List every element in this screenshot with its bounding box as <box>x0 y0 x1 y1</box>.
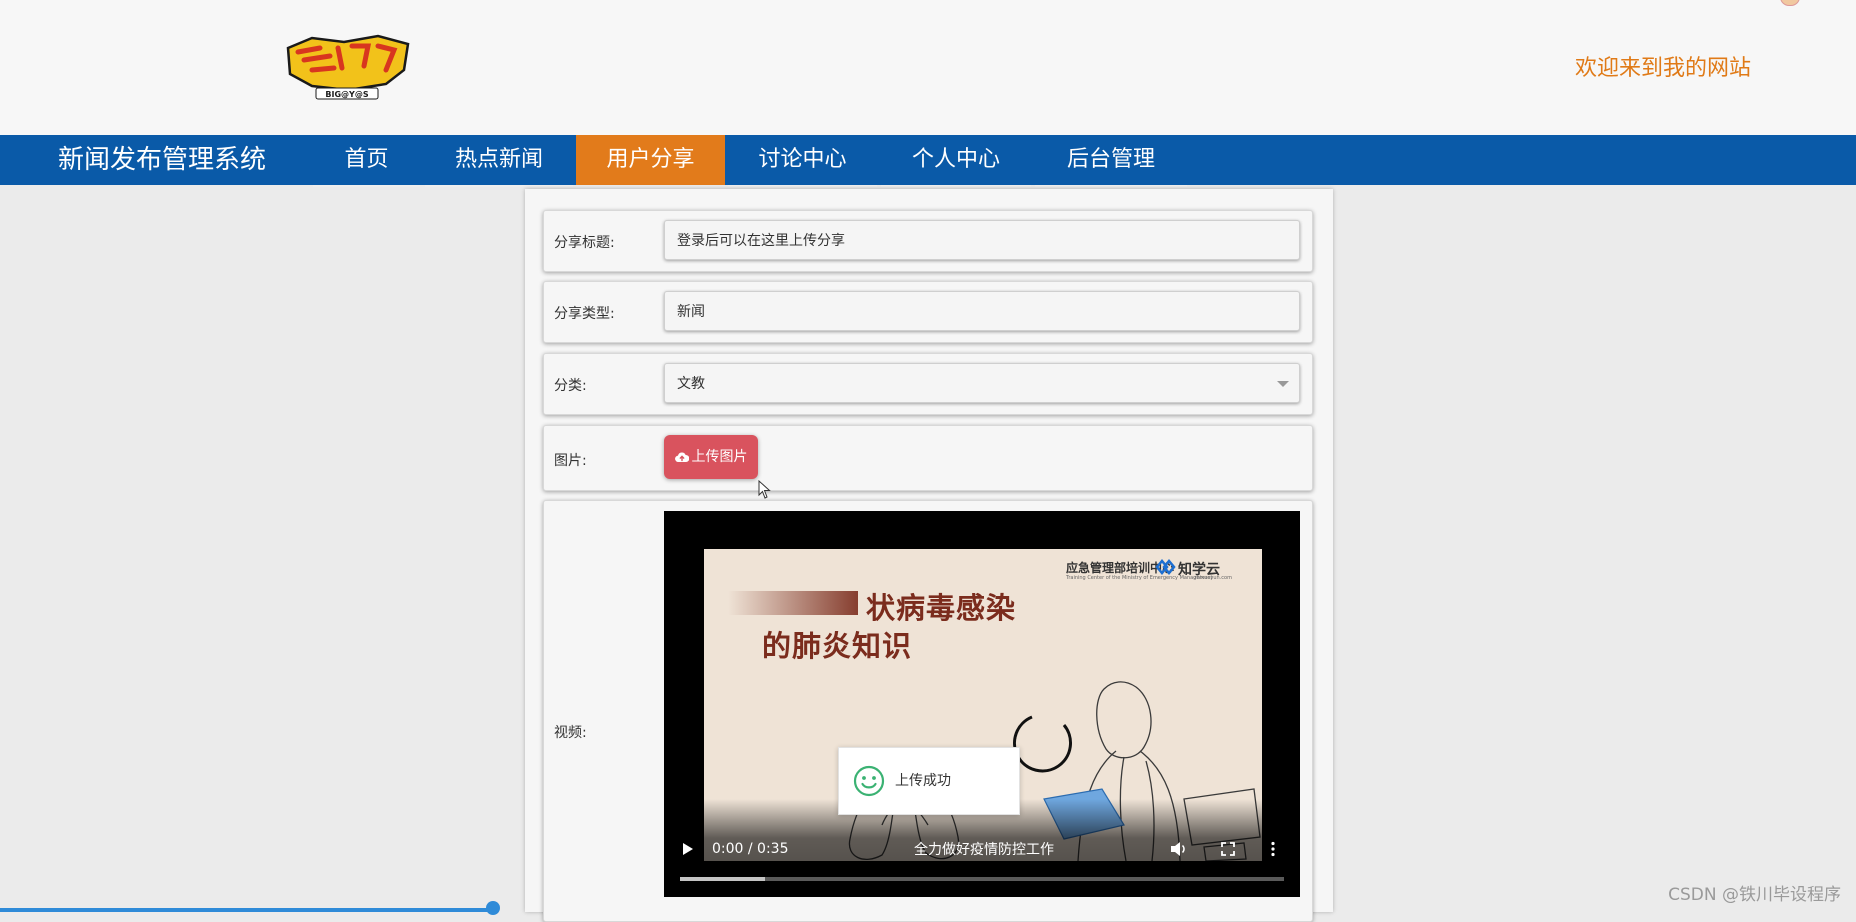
nav-item-home[interactable]: 首页 <box>313 135 420 187</box>
share-title-row: 分享标题: 登录后可以在这里上传分享 <box>543 210 1313 272</box>
zhixueyun-logo-icon <box>1155 559 1176 575</box>
image-label: 图片: <box>554 453 587 469</box>
chevron-down-icon <box>1277 381 1289 387</box>
upload-image-label: 上传图片 <box>691 449 748 465</box>
nav-item-admin[interactable]: 后台管理 <box>1035 135 1187 187</box>
more-options-icon[interactable] <box>1270 841 1276 857</box>
bottom-progress-bar <box>0 908 497 912</box>
category-selected-value: 文教 <box>677 376 705 392</box>
video-label: 视频: <box>554 725 587 741</box>
image-row: 图片: 上传图片 <box>543 425 1313 499</box>
video-player[interactable]: 状病毒感染 的肺炎知识 应急管理部培训中心 Training Center of… <box>664 511 1300 897</box>
category-row: 分类: 文教 <box>543 353 1313 415</box>
digimon-logo[interactable]: BIG@Y@S <box>282 34 414 100</box>
video-time: 0:00 / 0:35 <box>712 841 789 857</box>
speed-lines-decoration <box>728 591 858 615</box>
video-progress-bar[interactable] <box>680 877 1284 881</box>
cloud-upload-icon <box>674 452 689 463</box>
nav-item-personal[interactable]: 个人中心 <box>881 135 1031 187</box>
csdn-watermark: CSDN @铁川毕设程序 <box>1668 885 1841 905</box>
category-select[interactable]: 文教 <box>664 363 1300 403</box>
nav-item-discussion[interactable]: 讨论中心 <box>728 135 877 187</box>
share-title-input[interactable]: 登录后可以在这里上传分享 <box>664 220 1300 260</box>
play-icon[interactable] <box>682 842 694 856</box>
smiley-icon <box>853 765 885 797</box>
volume-icon[interactable] <box>1170 841 1188 857</box>
upload-image-button[interactable]: 上传图片 <box>664 435 758 479</box>
share-form-panel: 分享标题: 登录后可以在这里上传分享 分享类型: 新闻 分类: 文教 图片: 上… <box>525 189 1333 922</box>
video-row: 视频: 状病毒感染 的肺炎知识 应急管理部培训中心 Training Cente… <box>543 500 1313 922</box>
nav-item-hot-news[interactable]: 热点新闻 <box>425 135 573 187</box>
brand-name-en: zhixueyun.com <box>1194 575 1232 581</box>
share-type-label: 分享类型: <box>554 306 615 322</box>
video-subtitle: 全力做好疫情防控工作 <box>914 842 1054 858</box>
svg-text:BIG@Y@S: BIG@Y@S <box>325 90 368 99</box>
site-brand[interactable]: 新闻发布管理系统 <box>58 143 266 177</box>
category-label: 分类: <box>554 378 587 394</box>
video-progress-fill <box>680 877 765 881</box>
avatar[interactable] <box>1780 0 1800 6</box>
main-nav: 新闻发布管理系统 首页 热点新闻 用户分享 讨论中心 个人中心 后台管理 <box>0 135 1856 187</box>
nav-item-user-share[interactable]: 用户分享 <box>576 135 725 185</box>
share-type-input[interactable]: 新闻 <box>664 291 1300 331</box>
welcome-text: 欢迎来到我的网站 <box>1574 56 1751 81</box>
upload-success-toast: 上传成功 <box>838 747 1020 815</box>
mouse-cursor-icon <box>758 480 771 499</box>
video-headline-line1: 状病毒感染 <box>866 591 1017 625</box>
site-header: BIG@Y@S 欢迎来到我的网站 <box>0 0 1856 135</box>
toast-message: 上传成功 <box>895 773 951 789</box>
bottom-progress-knob[interactable] <box>486 901 500 915</box>
fullscreen-icon[interactable] <box>1221 842 1235 856</box>
share-type-row: 分享类型: 新闻 <box>543 281 1313 343</box>
share-title-label: 分享标题: <box>554 235 615 251</box>
